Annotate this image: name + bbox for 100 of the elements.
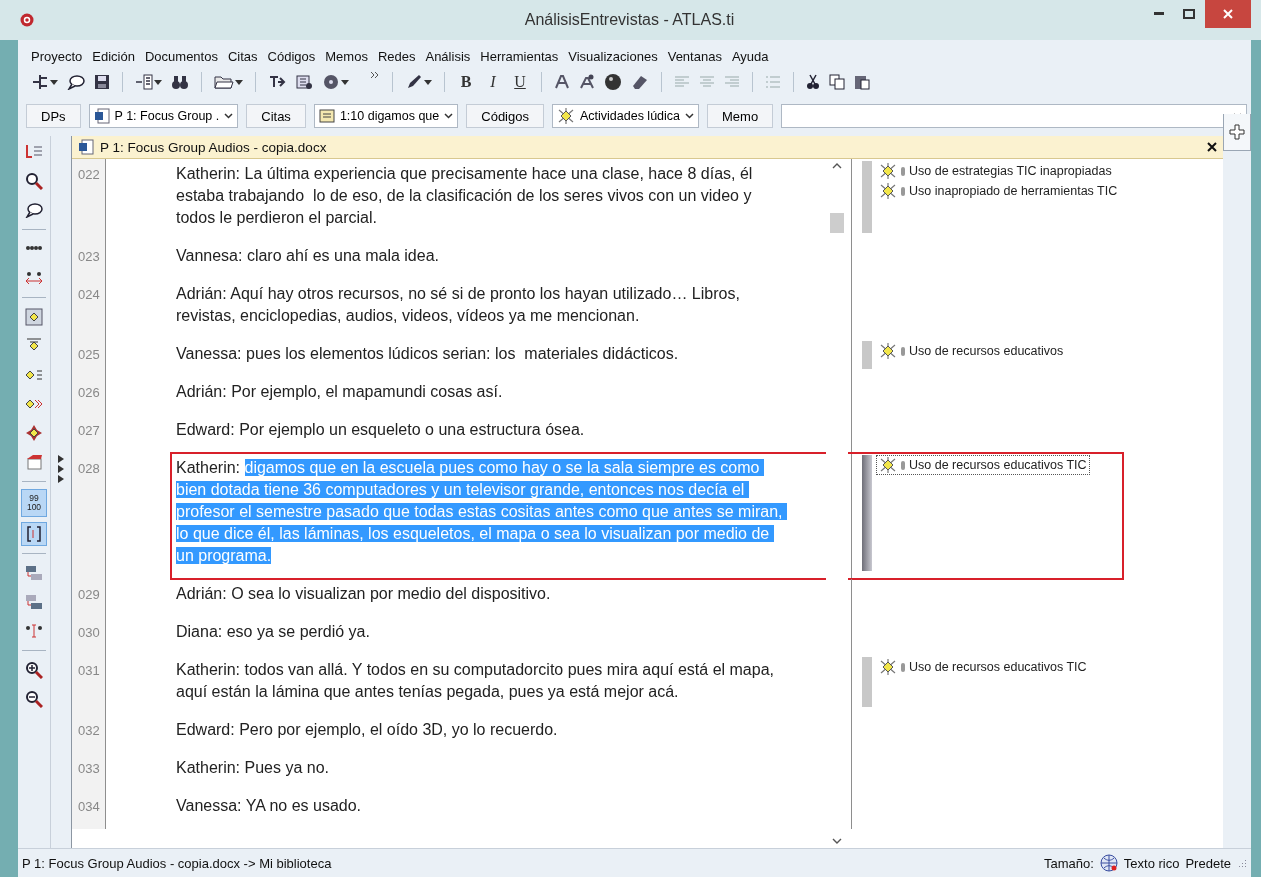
menu-item[interactable]: Visualizaciones (563, 48, 663, 64)
scissors-icon[interactable] (806, 74, 820, 90)
quotation-icon (318, 109, 335, 123)
marker-icon (901, 346, 905, 356)
mode-label: Predete (1185, 855, 1231, 871)
size-label: Tamaño: (1043, 855, 1094, 871)
document-tab[interactable]: P 1: Focus Group Audios - copia.docx (72, 136, 1223, 159)
transcript-paragraph: Katherin: todos van allá. Y todos en su computadorcito pues mira aquí está el mapa, aquí están la lámina que antes tenías pegada, pues ya está mejor acá. (175, 660, 775, 702)
resize-grip-icon (1237, 858, 1247, 868)
line-number: 022 (72, 159, 106, 241)
speech-bubble-icon (25, 202, 43, 218)
diamond-icon (879, 659, 897, 675)
caret-icon[interactable] (50, 79, 58, 85)
nav-dropdown[interactable]: 1:10 digamos que (313, 104, 459, 128)
transcript-paragraph: Vannesa: claro ahí es una mala idea. (175, 246, 440, 266)
caret-icon[interactable] (424, 79, 432, 85)
side-tab[interactable] (1223, 114, 1251, 151)
status-path: P 1: Focus Group Audios - copia.docx -> Mi biblioteca (22, 855, 332, 871)
nav-dropdown[interactable]: P 1: Focus Group . (88, 104, 239, 128)
memo-field[interactable] (781, 104, 1247, 128)
menu-item[interactable]: Edición (87, 48, 140, 64)
quote-arrow-icon (25, 270, 43, 286)
menu-item[interactable]: Ventanas (662, 48, 727, 64)
maximize-icon[interactable] (1183, 9, 1195, 19)
document-grid-icon[interactable] (295, 74, 313, 90)
nav-button[interactable]: Citas (246, 104, 306, 128)
eraser-icon[interactable] (631, 74, 649, 90)
caret-icon[interactable] (235, 79, 243, 85)
scroll-down-icon (832, 838, 842, 844)
transcript-paragraph: Edward: Por ejemplo un esqueleto o una estructura ósea. (175, 420, 586, 440)
code-label[interactable]: Uso de recursos educativos TIC (876, 657, 1090, 677)
document-title: P 1: Focus Group Audios - copia.docx (100, 139, 327, 155)
folder-icon[interactable] (214, 74, 234, 90)
line-number: 024 (72, 279, 106, 339)
line-number: 027 (72, 415, 106, 453)
menu-item[interactable]: Documentos (139, 48, 223, 64)
menu-item[interactable]: Proyecto (26, 48, 88, 64)
menu-item[interactable]: Herramientas (475, 48, 564, 64)
code-label[interactable]: Uso de recursos educativos (876, 341, 1067, 361)
letter-star-icon[interactable] (579, 74, 595, 90)
menu-item[interactable]: Citas (222, 48, 263, 64)
transcript-paragraph: Adrián: Por ejemplo, el mapamundi cosas así. (175, 382, 504, 402)
binoculars-icon[interactable] (171, 74, 189, 90)
tree-icon[interactable] (31, 74, 49, 90)
menu-item[interactable]: Memos (320, 48, 373, 64)
caret-icon[interactable] (341, 79, 349, 85)
scroll-thumb[interactable] (830, 213, 844, 233)
boxes-up-icon (25, 593, 43, 611)
marker-icon (901, 662, 905, 672)
transcript-paragraph: Adrián: O sea lo visualizan por medio del dispositivo. (175, 584, 552, 604)
counter-tool[interactable]: 99 100 (21, 489, 47, 517)
circle-icon[interactable] (604, 73, 622, 91)
list-indent-icon (25, 144, 43, 160)
speech-bubble-icon[interactable] (67, 74, 85, 90)
line-number: 032 (72, 715, 106, 753)
code-label[interactable]: Uso de estrategias TIC inapropiadas (876, 161, 1121, 181)
format-button[interactable]: B (454, 73, 478, 91)
diamond-icon (556, 108, 575, 124)
transcript-paragraph: Adrián: Aquí hay otros recursos, no sé si de pronto los hayan utilizado… Libros, revistas, enciclopedias, audios, videos, vídeos ya me mencionan. (175, 284, 741, 326)
line-number: 030 (72, 617, 106, 655)
line-number: 023 (72, 241, 106, 279)
close-icon[interactable] (1223, 9, 1233, 19)
chevron-down-icon (224, 113, 234, 119)
minimize-icon[interactable] (1154, 12, 1164, 16)
code-bar (862, 161, 872, 233)
menu-item[interactable]: Análisis (420, 48, 476, 64)
insert-icon[interactable] (135, 74, 153, 90)
nav-button[interactable]: Memo (707, 104, 774, 128)
line-number: 033 (72, 753, 106, 791)
app-logo-icon[interactable] (20, 13, 34, 27)
copy-icon[interactable] (829, 74, 845, 90)
pencil-icon[interactable] (405, 74, 423, 90)
nav-dropdown[interactable]: Actividades lúdica (551, 104, 700, 128)
code-label[interactable]: Uso de recursos educativos TIC (876, 455, 1090, 475)
format-button[interactable]: I (481, 73, 505, 91)
transcript-paragraph: Vanessa: YA no es usado. (175, 796, 363, 816)
marker-icon (901, 186, 905, 196)
diamond-icon (879, 343, 897, 359)
triangles-icon (57, 454, 65, 484)
diamond-icon (879, 163, 897, 179)
window-title: AnálisisEntrevistas - ATLAS.ti (523, 11, 736, 29)
menu-item[interactable]: Ayuda (726, 48, 774, 64)
menu-item[interactable]: Códigos (262, 48, 321, 64)
marker-icon (901, 166, 905, 176)
code-bar (862, 657, 872, 707)
chevrons-icon[interactable] (370, 70, 380, 80)
chevron-down-icon (685, 113, 695, 119)
disc-icon[interactable] (322, 74, 340, 90)
zoom-in-icon (25, 661, 43, 679)
close-button[interactable] (1205, 0, 1251, 28)
format-button[interactable]: U (508, 73, 532, 91)
word-document-icon (78, 139, 94, 155)
plus-outline-icon (1229, 124, 1245, 140)
clipboard-icon[interactable] (854, 74, 870, 90)
caret-icon[interactable] (154, 79, 162, 85)
nav-button[interactable]: DPs (26, 104, 81, 128)
nav-button[interactable]: Códigos (466, 104, 544, 128)
menu-item[interactable]: Redes (372, 48, 421, 64)
word-document-icon (93, 108, 110, 124)
code-label[interactable]: Uso inapropiado de herramientas TIC (876, 181, 1121, 201)
